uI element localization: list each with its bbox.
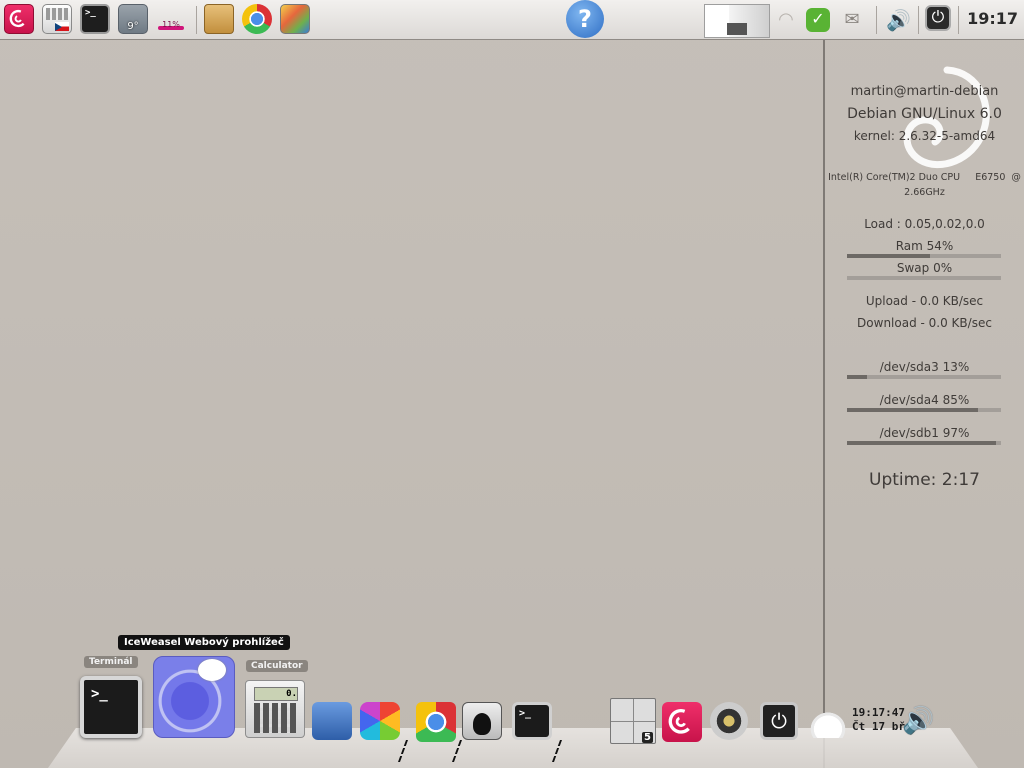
conky-disk-sdb1: /dev/sdb1 97% xyxy=(879,426,970,440)
conky-kernel: kernel: 2.6.32-5-amd64 xyxy=(853,129,996,143)
power-icon[interactable]: ⏻ xyxy=(925,5,951,31)
conky-user-host: martin@martin-debian xyxy=(850,84,999,99)
mail-icon[interactable]: ✉ xyxy=(840,8,864,32)
volume-dock-icon[interactable]: 🔊 xyxy=(902,706,942,736)
debian-menu-icon[interactable] xyxy=(4,4,34,34)
iceweasel-dock-icon[interactable] xyxy=(153,656,235,738)
conky-download: Download - 0.0 KB/sec xyxy=(857,316,992,330)
disk-bar-sdb1 xyxy=(847,441,1001,445)
conky-disk-sda4: /dev/sda4 85% xyxy=(879,393,970,407)
conky-os: Debian GNU/Linux 6.0 xyxy=(847,106,1002,122)
disk-bar-sda3 xyxy=(847,375,1001,379)
terminal-small-dock-icon[interactable]: >_ xyxy=(512,702,552,740)
debian-dock-icon[interactable] xyxy=(662,702,702,742)
terminal-dock-label: Terminál xyxy=(84,656,138,668)
calculator-display: 0. xyxy=(254,687,298,701)
panel-separator xyxy=(196,6,197,34)
update-check-icon[interactable]: ✓ xyxy=(806,8,830,32)
conky-cpu-freq: 2.66GHz xyxy=(904,187,945,198)
calculator-dock-icon[interactable]: 0. xyxy=(245,680,305,738)
keyboard-layout-icon[interactable] xyxy=(42,4,72,34)
feed-icon[interactable]: ◠ xyxy=(774,8,798,32)
cpu-meter-value: 11% xyxy=(162,20,180,29)
help-dock-icon[interactable]: ? xyxy=(566,0,604,38)
conky-load: Load : 0.05,0.02,0.0 xyxy=(864,217,985,231)
disk-bar-sda4 xyxy=(847,408,1001,412)
cpu-meter-applet[interactable]: 11% xyxy=(156,4,186,34)
panel-separator xyxy=(918,6,919,34)
weather-applet[interactable]: 9° xyxy=(118,4,148,34)
ram-bar xyxy=(847,254,1001,258)
terminal-launcher-icon[interactable]: >_ xyxy=(80,4,110,34)
swap-bar xyxy=(847,276,1001,280)
conky-upload: Upload - 0.0 KB/sec xyxy=(865,294,984,308)
workspace-pager-dock-icon[interactable]: 5 xyxy=(610,698,656,744)
calculator-dock-label: Calculator xyxy=(246,660,308,672)
folder-icon[interactable] xyxy=(204,4,234,34)
conky-ram: Ram 54% xyxy=(895,239,954,253)
panel-clock[interactable]: 19:17 xyxy=(967,9,1018,28)
dock-tooltip: IceWeasel Webový prohlížeč xyxy=(118,635,290,650)
top-panel: >_ 9° 11% ◠ ✓ ✉ 🔊 ⏻ 19:17 xyxy=(0,0,1024,40)
conky-cpu-model: Intel(R) Core(TM)2 Duo CPU E6750 @ xyxy=(828,172,1021,183)
panel-separator xyxy=(876,6,877,34)
workspace-thumbnail[interactable] xyxy=(704,4,770,38)
color-picker-dock-icon[interactable] xyxy=(360,702,400,740)
volume-icon[interactable]: 🔊 xyxy=(886,8,911,32)
conky-system-monitor: martin@martin-debian Debian GNU/Linux 6.… xyxy=(825,40,1024,768)
chrome-icon[interactable] xyxy=(242,4,272,34)
music-player-dock-icon[interactable] xyxy=(710,702,748,740)
panel-separator xyxy=(958,6,959,34)
paint-icon[interactable] xyxy=(280,4,310,34)
tux-dock-icon[interactable] xyxy=(462,702,502,740)
debian-swirl-icon xyxy=(903,66,990,169)
chrome-dock-icon[interactable] xyxy=(416,702,456,742)
weather-cloud-dock-icon[interactable] xyxy=(806,708,850,738)
conky-swap: Swap 0% xyxy=(896,261,953,275)
file-manager-dock-icon[interactable] xyxy=(312,702,352,740)
terminal-dock-icon[interactable]: >_ xyxy=(80,676,142,738)
power-dock-icon[interactable]: ⏻ xyxy=(760,702,798,740)
conky-disk-sda3: /dev/sda3 13% xyxy=(879,360,970,374)
weather-temp: 9° xyxy=(127,21,139,32)
conky-uptime: Uptime: 2:17 xyxy=(869,470,980,490)
pager-count: 5 xyxy=(642,732,653,743)
